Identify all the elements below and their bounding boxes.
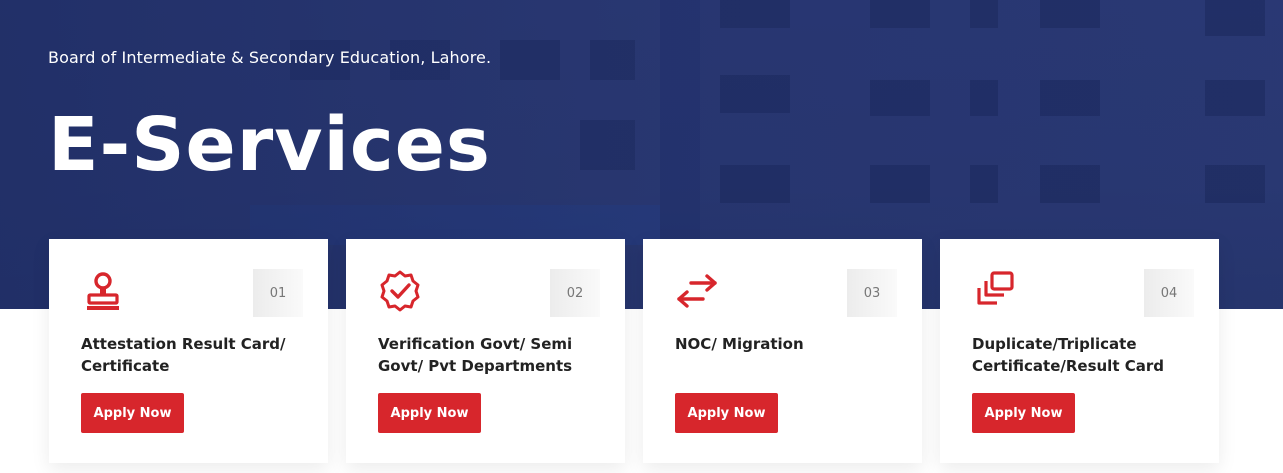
card-title: Attestation Result Card/ Certificate <box>81 335 286 375</box>
service-card-attestation: 01 Attestation Result Card/ Certificate … <box>49 239 328 463</box>
copies-icon <box>977 271 1014 305</box>
card-title: Duplicate/Triplicate Certificate/Result … <box>972 335 1164 375</box>
card-number: 02 <box>550 269 600 317</box>
swap-arrows-icon <box>677 274 717 308</box>
card-number: 01 <box>253 269 303 317</box>
apply-now-button[interactable]: Apply Now <box>378 393 481 433</box>
card-title: Verification Govt/ Semi Govt/ Pvt Depart… <box>378 335 573 375</box>
page-title: E-Services <box>48 102 491 188</box>
card-number: 04 <box>1144 269 1194 317</box>
apply-now-button[interactable]: Apply Now <box>675 393 778 433</box>
card-title: NOC/ Migration <box>675 335 804 353</box>
apply-now-button[interactable]: Apply Now <box>81 393 184 433</box>
apply-now-button[interactable]: Apply Now <box>972 393 1075 433</box>
verified-badge-icon <box>380 270 420 312</box>
service-card-noc-migration: 03 NOC/ Migration Apply Now <box>643 239 922 463</box>
card-number: 03 <box>847 269 897 317</box>
service-card-verification: 02 Verification Govt/ Semi Govt/ Pvt Dep… <box>346 239 625 463</box>
hero-subtitle: Board of Intermediate & Secondary Educat… <box>48 48 492 67</box>
stamp-icon <box>87 272 119 310</box>
service-card-duplicate: 04 Duplicate/Triplicate Certificate/Resu… <box>940 239 1219 463</box>
